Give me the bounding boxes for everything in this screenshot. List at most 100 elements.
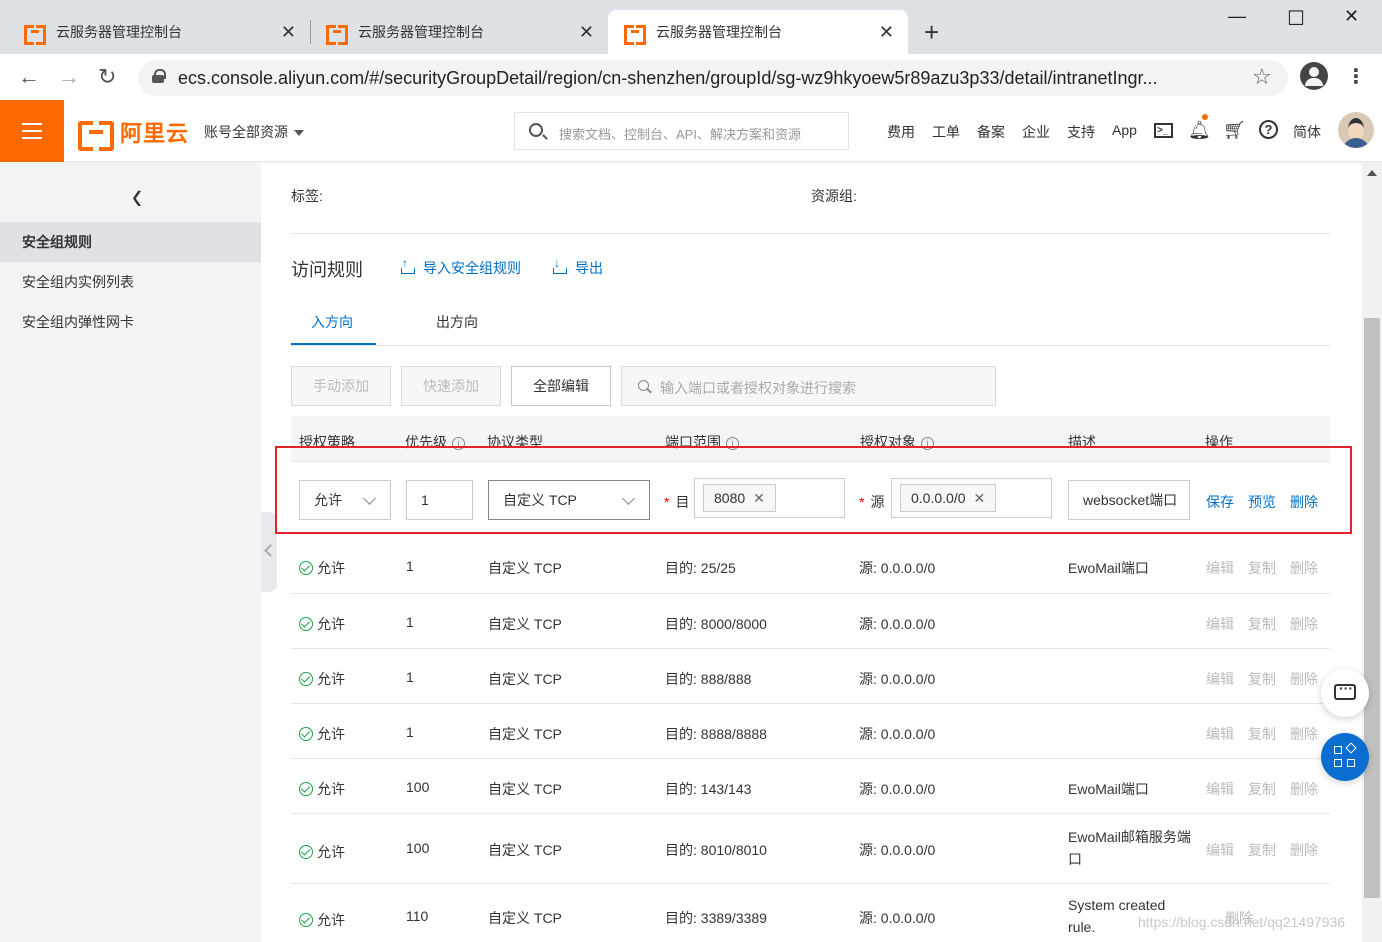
copy-button[interactable]: 复制 <box>1248 614 1276 634</box>
sidebar-item-enis[interactable]: 安全组内弹性网卡 <box>0 302 261 342</box>
browser-tab-3-active[interactable]: 云服务器管理控制台 ✕ <box>608 10 908 54</box>
close-icon[interactable]: ✕ <box>579 22 594 43</box>
bulk-edit-button[interactable]: 全部编辑 <box>511 366 611 406</box>
policy-select[interactable]: 允许 <box>299 480 391 520</box>
copy-button[interactable]: 复制 <box>1248 779 1276 799</box>
delete-button[interactable]: 删除 <box>1290 779 1318 799</box>
search-icon <box>638 380 649 391</box>
feedback-chat-button[interactable] <box>1321 669 1369 717</box>
profile-icon[interactable] <box>1300 62 1328 90</box>
source-input[interactable]: 0.0.0.0/0 ✕ <box>891 478 1052 518</box>
rule-search-input[interactable]: 输入端口或者授权对象进行搜索 <box>621 366 996 406</box>
browser-menu-icon[interactable]: ⋮ <box>1346 64 1366 89</box>
scrollbar-thumb[interactable] <box>1364 318 1380 898</box>
nav-app[interactable]: App <box>1112 122 1137 138</box>
info-icon[interactable]: i <box>921 437 934 450</box>
delete-button[interactable]: 删除 <box>1290 669 1318 689</box>
protocol-cell: 自定义 TCP <box>488 781 562 797</box>
scroll-up-icon[interactable] <box>1367 170 1377 176</box>
bell-icon[interactable]: 🔔︎ <box>1188 120 1211 140</box>
window-close-icon[interactable]: ✕ <box>1344 6 1359 27</box>
info-icon[interactable]: i <box>452 437 465 450</box>
browser-tab-2[interactable]: 云服务器管理控制台 ✕ <box>302 10 608 54</box>
minimize-icon[interactable]: — <box>1228 6 1246 27</box>
source-cell: 源: 0.0.0.0/0 <box>859 560 936 576</box>
sidebar-item-instances[interactable]: 安全组内实例列表 <box>0 262 261 302</box>
lock-icon[interactable] <box>152 69 166 83</box>
edit-button[interactable]: 编辑 <box>1206 558 1234 578</box>
tab-inbound[interactable]: 入方向 <box>311 312 353 332</box>
terminal-icon[interactable] <box>1154 121 1173 141</box>
nav-tickets[interactable]: 工单 <box>932 122 960 142</box>
url-field[interactable]: ecs.console.aliyun.com/#/securityGroupDe… <box>138 60 1288 96</box>
global-search-input[interactable]: 搜索文档、控制台、API、解决方案和资源 <box>514 112 849 150</box>
delete-button[interactable]: 删除 <box>1290 724 1318 744</box>
back-arrow-icon[interactable]: ← <box>18 64 40 90</box>
info-icon[interactable]: i <box>726 437 739 450</box>
aliyun-logo[interactable]: 阿里云 <box>78 116 190 151</box>
copy-button[interactable]: 复制 <box>1248 558 1276 578</box>
close-icon[interactable]: ✕ <box>281 22 296 43</box>
edit-button[interactable]: 编辑 <box>1206 669 1234 689</box>
avatar[interactable] <box>1338 112 1374 148</box>
check-circle-icon <box>299 561 313 575</box>
check-circle-icon <box>299 672 313 686</box>
export-link[interactable]: 导出 <box>553 256 603 278</box>
quick-add-button[interactable]: 快速添加 <box>401 366 501 406</box>
save-button[interactable]: 保存 <box>1206 492 1234 512</box>
preview-button[interactable]: 预览 <box>1248 492 1276 512</box>
aliyun-favicon-icon <box>624 25 646 45</box>
watermark: https://blog.csdn.net/qq21497936 <box>1138 914 1346 930</box>
vertical-scrollbar[interactable] <box>1362 162 1382 942</box>
edit-button[interactable]: 编辑 <box>1206 779 1234 799</box>
table-header: 授权策略 优先级 i 协议类型 端口范围 i 授权对象 i 描述 操作 <box>291 416 1330 462</box>
quick-apps-button[interactable] <box>1321 733 1369 781</box>
tab-outbound[interactable]: 出方向 <box>436 312 478 332</box>
nav-icp[interactable]: 备案 <box>977 122 1005 142</box>
copy-button[interactable]: 复制 <box>1248 669 1276 689</box>
protocol-select[interactable]: 自定义 TCP <box>488 480 650 520</box>
col-auth-object: 授权对象 i <box>860 432 934 452</box>
copy-button[interactable]: 复制 <box>1248 724 1276 744</box>
delete-button[interactable]: 删除 <box>1290 840 1318 860</box>
help-icon[interactable]: ? <box>1259 120 1278 139</box>
rule-search-placeholder: 输入端口或者授权对象进行搜索 <box>660 380 856 396</box>
browser-tab-1[interactable]: 云服务器管理控制台 ✕ <box>0 10 310 54</box>
language-switch[interactable]: 简体 <box>1293 122 1321 142</box>
delete-button[interactable]: 删除 <box>1290 614 1318 634</box>
edit-button[interactable]: 编辑 <box>1206 614 1234 634</box>
delete-button[interactable]: 删除 <box>1290 558 1318 578</box>
close-icon[interactable]: ✕ <box>879 22 894 43</box>
maximize-icon[interactable]: ☐ <box>1287 6 1305 31</box>
priority-input[interactable]: 1 <box>406 480 473 520</box>
edit-button[interactable]: 编辑 <box>1206 840 1234 860</box>
logo-text: 阿里云 <box>120 121 190 146</box>
manual-add-button[interactable]: 手动添加 <box>291 366 391 406</box>
tab-title: 云服务器管理控制台 <box>358 24 484 40</box>
account-scope-dropdown[interactable]: 账号全部资源 <box>204 122 304 142</box>
port-range-input[interactable]: 8080 ✕ <box>694 478 845 518</box>
forward-arrow-icon[interactable]: → <box>58 64 80 90</box>
required-asterisk: * <box>859 494 865 510</box>
tag-remove-icon[interactable]: ✕ <box>974 490 986 506</box>
check-circle-icon <box>299 617 313 631</box>
url-text[interactable]: ecs.console.aliyun.com/#/securityGroupDe… <box>178 68 1228 89</box>
nav-billing[interactable]: 费用 <box>887 122 915 142</box>
delete-button[interactable]: 删除 <box>1290 492 1318 512</box>
port-label-text: 目 <box>675 494 690 510</box>
cart-icon[interactable]: 🛒︎ <box>1223 120 1246 140</box>
reload-icon[interactable]: ↻ <box>98 64 116 90</box>
tag-remove-icon[interactable]: ✕ <box>753 490 765 506</box>
import-rules-link[interactable]: 导入安全组规则 <box>401 256 521 278</box>
sidebar-item-security-rules[interactable]: 安全组规则 <box>0 222 261 262</box>
copy-button[interactable]: 复制 <box>1248 840 1276 860</box>
description-input[interactable]: websocket端口 <box>1068 480 1190 520</box>
menu-toggle-button[interactable] <box>0 100 64 162</box>
nav-enterprise[interactable]: 企业 <box>1022 122 1050 142</box>
edit-button[interactable]: 编辑 <box>1206 724 1234 744</box>
policy-cell: 允许 <box>299 558 345 578</box>
nav-support[interactable]: 支持 <box>1067 122 1095 142</box>
new-tab-icon[interactable]: + <box>924 18 939 46</box>
chevron-left-icon[interactable]: ‹ <box>132 175 142 219</box>
bookmark-star-icon[interactable]: ☆ <box>1252 64 1272 90</box>
